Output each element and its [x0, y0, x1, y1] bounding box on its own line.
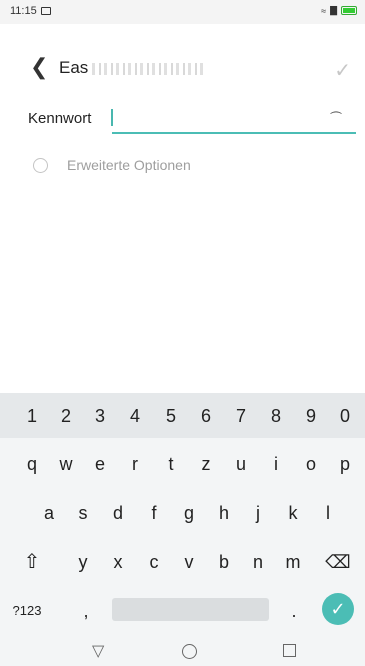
key-l[interactable]: l	[314, 496, 342, 530]
key-j[interactable]: j	[244, 496, 272, 530]
key-6[interactable]: 6	[192, 399, 220, 433]
page-title-text: Eas	[59, 58, 89, 77]
key-v[interactable]: v	[175, 545, 203, 579]
hidden-eye-icon[interactable]: ⏜	[330, 111, 342, 126]
advanced-options-row[interactable]: Erweiterte Optionen	[0, 157, 365, 181]
key-h[interactable]: h	[210, 496, 238, 530]
status-time: 11:15	[10, 5, 37, 17]
key-3[interactable]: 3	[86, 399, 114, 433]
key-a[interactable]: a	[35, 496, 63, 530]
key-e[interactable]: e	[86, 447, 114, 481]
key-c[interactable]: c	[140, 545, 168, 579]
key-m[interactable]: m	[279, 545, 307, 579]
key-8[interactable]: 8	[262, 399, 290, 433]
key-b[interactable]: b	[210, 545, 238, 579]
image-notification-icon	[41, 7, 51, 15]
key-9[interactable]: 9	[297, 399, 325, 433]
checkmark-icon[interactable]: ✓	[334, 58, 351, 83]
text-cursor	[111, 109, 113, 126]
key-i[interactable]: i	[262, 447, 290, 481]
enter-check-icon[interactable]: ✓	[322, 593, 354, 625]
key-d[interactable]: d	[104, 496, 132, 530]
password-row: Kennwort ⏜	[0, 104, 365, 142]
keyboard: 1 2 3 4 5 6 7 8 9 0 q w e r t z u i o p …	[0, 393, 365, 638]
redacted-title-text	[92, 62, 205, 75]
password-label: Kennwort	[28, 110, 92, 127]
key-q[interactable]: q	[18, 447, 46, 481]
key-1[interactable]: 1	[18, 399, 46, 433]
period-key[interactable]: .	[280, 594, 308, 628]
status-icons: ≈ ▇	[321, 5, 357, 16]
key-s[interactable]: s	[69, 496, 97, 530]
key-o[interactable]: o	[297, 447, 325, 481]
key-g[interactable]: g	[175, 496, 203, 530]
nav-home-circle-icon[interactable]	[182, 644, 197, 659]
key-5[interactable]: 5	[157, 399, 185, 433]
back-arrow-icon[interactable]: ❮	[30, 56, 48, 78]
password-input[interactable]	[112, 104, 356, 134]
key-x[interactable]: x	[104, 545, 132, 579]
number-row: 1 2 3 4 5 6 7 8 9 0	[0, 393, 365, 438]
key-n[interactable]: n	[244, 545, 272, 579]
key-y[interactable]: y	[69, 545, 97, 579]
key-u[interactable]: u	[227, 447, 255, 481]
key-t[interactable]: t	[157, 447, 185, 481]
header: ❮ Eas ✓	[0, 50, 365, 90]
key-p[interactable]: p	[331, 447, 359, 481]
signal-icon: ▇	[330, 5, 337, 15]
key-w[interactable]: w	[52, 447, 80, 481]
backspace-icon[interactable]: ⌫	[324, 545, 352, 579]
key-k[interactable]: k	[279, 496, 307, 530]
page-title: Eas	[59, 58, 205, 78]
key-4[interactable]: 4	[121, 399, 149, 433]
nav-back-triangle-icon[interactable]: ▽	[92, 641, 104, 661]
key-f[interactable]: f	[140, 496, 168, 530]
key-7[interactable]: 7	[227, 399, 255, 433]
key-z[interactable]: z	[192, 447, 220, 481]
status-bar: 11:15 ≈ ▇	[0, 0, 365, 24]
navigation-bar: ▽	[0, 638, 365, 666]
comma-key[interactable]: ,	[72, 594, 100, 628]
nav-recent-square-icon[interactable]	[283, 644, 296, 657]
key-r[interactable]: r	[121, 447, 149, 481]
key-2[interactable]: 2	[52, 399, 80, 433]
advanced-options-label: Erweiterte Optionen	[67, 157, 191, 173]
space-bar[interactable]	[112, 598, 269, 621]
wifi-icon: ≈	[321, 5, 327, 16]
battery-charging-icon	[341, 6, 357, 15]
shift-icon[interactable]: ⇧	[18, 545, 46, 579]
advanced-options-radio[interactable]	[33, 158, 48, 173]
symbols-key[interactable]: ?123	[10, 594, 44, 628]
key-0[interactable]: 0	[331, 399, 359, 433]
